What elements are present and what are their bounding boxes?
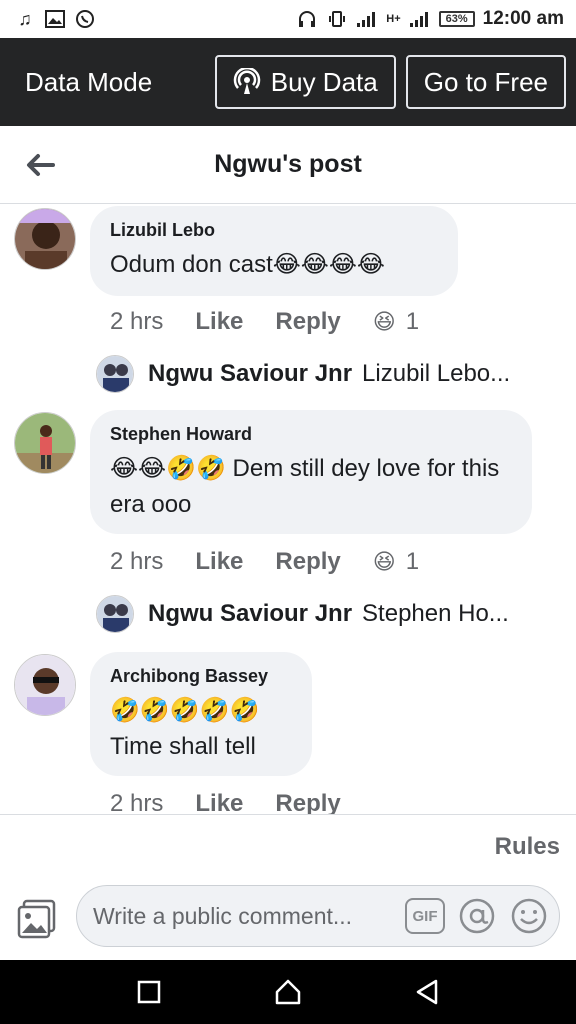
comment-input-container: GIF	[76, 885, 560, 947]
reply-author: Ngwu Saviour Jnr	[148, 360, 353, 387]
comment-bubble[interactable]: Lizubil Lebo Odum don cast😂😂😂😂	[90, 206, 458, 296]
avatar[interactable]	[14, 654, 76, 716]
reply-preview-row[interactable]: Ngwu Saviour Jnr Stephen Ho...	[96, 594, 556, 634]
vibrate-icon	[326, 8, 348, 30]
reply-preview-row[interactable]: Ngwu Saviour Jnr Lizubil Lebo...	[96, 354, 556, 394]
reply-preview-text: Lizubil Lebo...	[362, 360, 511, 387]
avatar	[96, 595, 134, 633]
reaction-count: 1	[405, 548, 420, 575]
like-button[interactable]: Like	[195, 790, 243, 814]
broadcast-icon	[233, 68, 261, 94]
image-icon	[44, 8, 66, 30]
mention-button[interactable]	[457, 896, 497, 936]
comment-bubble[interactable]: Stephen Howard 😂😂🤣🤣 Dem still dey love f…	[90, 410, 532, 534]
status-bar: ♫ H+ 63% 12:00 am	[0, 0, 576, 38]
comment-time: 2 hrs	[110, 790, 164, 814]
at-sign-icon	[459, 898, 495, 934]
comment-author[interactable]: Archibong Bassey	[110, 666, 292, 687]
comment-text: Time shall tell	[110, 733, 256, 760]
whatsapp-icon	[74, 8, 96, 30]
headset-icon	[296, 8, 318, 30]
page-title: Ngwu's post	[214, 150, 362, 178]
battery-indicator: 63%	[438, 11, 475, 27]
reply-button[interactable]: Reply	[275, 790, 340, 814]
reply-preview-text: Stephen Ho...	[362, 600, 509, 627]
reaction-count: 1	[405, 308, 420, 335]
reaction-summary[interactable]: 😆 1	[373, 308, 419, 336]
smiley-icon	[511, 898, 547, 934]
comment-author[interactable]: Stephen Howard	[110, 424, 512, 445]
gif-icon: GIF	[405, 898, 445, 934]
reply-author: Ngwu Saviour Jnr	[148, 600, 353, 627]
haha-reaction-icon: 😆	[372, 309, 396, 334]
comment-bubble[interactable]: Archibong Bassey 🤣🤣🤣🤣🤣 Time shall tell	[90, 652, 312, 776]
recents-button[interactable]	[129, 972, 169, 1012]
signal-icon-2	[409, 8, 431, 30]
comment-text: 😂😂🤣🤣 Dem still dey love for this era ooo	[110, 455, 500, 518]
clock: 12:00 am	[482, 8, 564, 29]
haha-reaction-icon: 😆	[372, 549, 396, 574]
data-mode-title: Data Mode	[25, 66, 153, 97]
avatar[interactable]	[14, 412, 76, 474]
back-button[interactable]	[10, 135, 70, 195]
music-icon: ♫	[18, 8, 32, 29]
comment-time: 2 hrs	[110, 308, 164, 335]
photo-icon	[17, 899, 56, 939]
data-mode-bar: Data Mode Buy Data Go to Free	[0, 38, 576, 126]
comment-input[interactable]	[93, 902, 393, 930]
add-photo-button[interactable]	[16, 897, 58, 939]
home-icon	[275, 979, 301, 1005]
square-icon	[138, 980, 161, 1004]
go-to-free-label: Go to Free	[423, 66, 548, 97]
like-button[interactable]: Like	[195, 548, 243, 576]
comment-author[interactable]: Lizubil Lebo	[110, 220, 438, 241]
comment-text: 🤣🤣🤣🤣🤣	[110, 697, 260, 724]
reaction-summary[interactable]: 😆 1	[373, 548, 419, 576]
comment-actions: 2 hrs Like Reply	[110, 790, 373, 814]
gif-button[interactable]: GIF	[405, 896, 445, 936]
network-type-label: H+	[386, 13, 401, 25]
reply-button[interactable]: Reply	[275, 548, 340, 576]
home-button[interactable]	[268, 972, 308, 1012]
comment-text: Odum don cast😂😂😂😂	[110, 251, 385, 278]
comment-actions: 2 hrs Like Reply 😆 1	[110, 308, 419, 336]
rules-link[interactable]: Rules	[495, 833, 560, 861]
like-button[interactable]: Like	[195, 308, 243, 336]
comment-list[interactable]: Lizubil Lebo Odum don cast😂😂😂😂 2 hrs Lik…	[0, 204, 576, 814]
back-nav-button[interactable]	[407, 972, 447, 1012]
buy-data-button[interactable]: Buy Data	[214, 55, 396, 109]
reply-button[interactable]: Reply	[275, 308, 340, 336]
avatar[interactable]	[14, 208, 76, 270]
comment-actions: 2 hrs Like Reply 😆 1	[110, 548, 419, 576]
arrow-left-icon	[27, 153, 55, 176]
signal-icon	[356, 8, 378, 30]
notification-icons: ♫	[14, 8, 96, 30]
avatar	[96, 355, 134, 393]
emoji-button[interactable]	[509, 896, 549, 936]
go-to-free-button[interactable]: Go to Free	[405, 55, 566, 109]
post-header: Ngwu's post	[0, 126, 576, 204]
system-icons: H+ 63% 12:00 am	[296, 8, 564, 30]
buy-data-label: Buy Data	[270, 66, 378, 97]
comment-time: 2 hrs	[110, 548, 164, 575]
system-navigation-bar	[0, 960, 576, 1024]
comment-composer: Rules GIF	[0, 814, 576, 960]
triangle-back-icon	[416, 979, 437, 1005]
